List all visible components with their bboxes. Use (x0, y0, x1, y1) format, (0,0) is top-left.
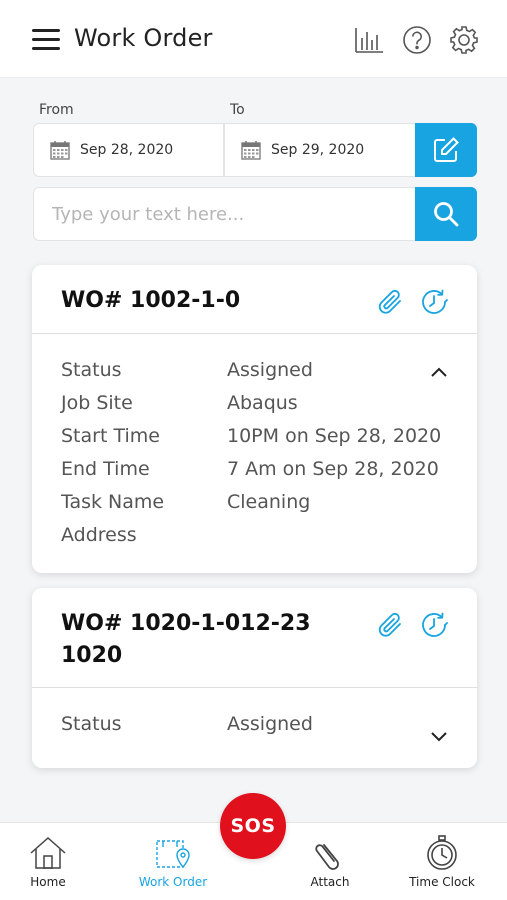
app-header: Work Order (0, 0, 507, 78)
nav-item-home[interactable]: Home (0, 823, 103, 900)
card-header: WO# 1002-1-0 (32, 265, 477, 334)
home-icon (30, 836, 66, 869)
search-icon (434, 202, 459, 227)
nav-item-time-clock[interactable]: Time Clock (387, 823, 497, 900)
paperclip-icon[interactable] (376, 610, 406, 640)
search-input[interactable] (33, 187, 416, 241)
bar-chart-icon[interactable] (353, 24, 385, 56)
edit-date-button[interactable] (415, 123, 477, 177)
paperclip-icon (315, 844, 339, 870)
clock-refresh-icon[interactable] (419, 610, 449, 640)
work-order-number: WO# 1002-1-0 (61, 288, 241, 313)
work-order-card: WO# 1002-1-0 Status Assigned Job Site Abaq… (32, 265, 477, 573)
nav-label-home: Home (30, 875, 66, 889)
work-order-number: WO# 1020-1-012-23 (61, 611, 311, 636)
page-title: Work Order (74, 24, 213, 52)
from-date-value: Sep 28, 2020 (80, 142, 174, 158)
to-date-field[interactable]: Sep 29, 2020 (224, 123, 416, 177)
work-order-card: WO# 1020-1-012-23 1020 Status Assigned (32, 588, 477, 768)
settings-icon[interactable] (448, 24, 480, 56)
chevron-down-icon[interactable] (430, 728, 448, 742)
sos-button[interactable]: SOS (220, 793, 286, 859)
to-date-value: Sep 29, 2020 (271, 142, 365, 158)
nav-item-work-order[interactable]: Work Order (118, 823, 228, 900)
nav-label-time-clock: Time Clock (409, 875, 475, 889)
from-label: From (39, 102, 74, 118)
clock-refresh-icon[interactable] (419, 287, 449, 317)
calendar-icon (50, 141, 70, 160)
stopwatch-icon (427, 835, 457, 870)
search-button[interactable] (415, 187, 477, 241)
help-icon[interactable] (401, 24, 433, 56)
calendar-icon (241, 141, 261, 160)
chevron-up-icon[interactable] (430, 363, 448, 377)
edit-icon (434, 137, 459, 162)
nav-item-attach[interactable]: Attach (275, 823, 385, 900)
to-label: To (230, 102, 245, 118)
work-order-icon (156, 840, 190, 869)
paperclip-icon[interactable] (376, 287, 406, 317)
menu-icon[interactable] (32, 29, 60, 51)
from-date-field[interactable]: Sep 28, 2020 (33, 123, 224, 177)
card-header: WO# 1020-1-012-23 1020 (32, 588, 477, 688)
work-order-number-line2: 1020 (61, 643, 123, 668)
nav-label-attach: Attach (310, 875, 350, 889)
nav-label-work-order: Work Order (138, 875, 208, 889)
